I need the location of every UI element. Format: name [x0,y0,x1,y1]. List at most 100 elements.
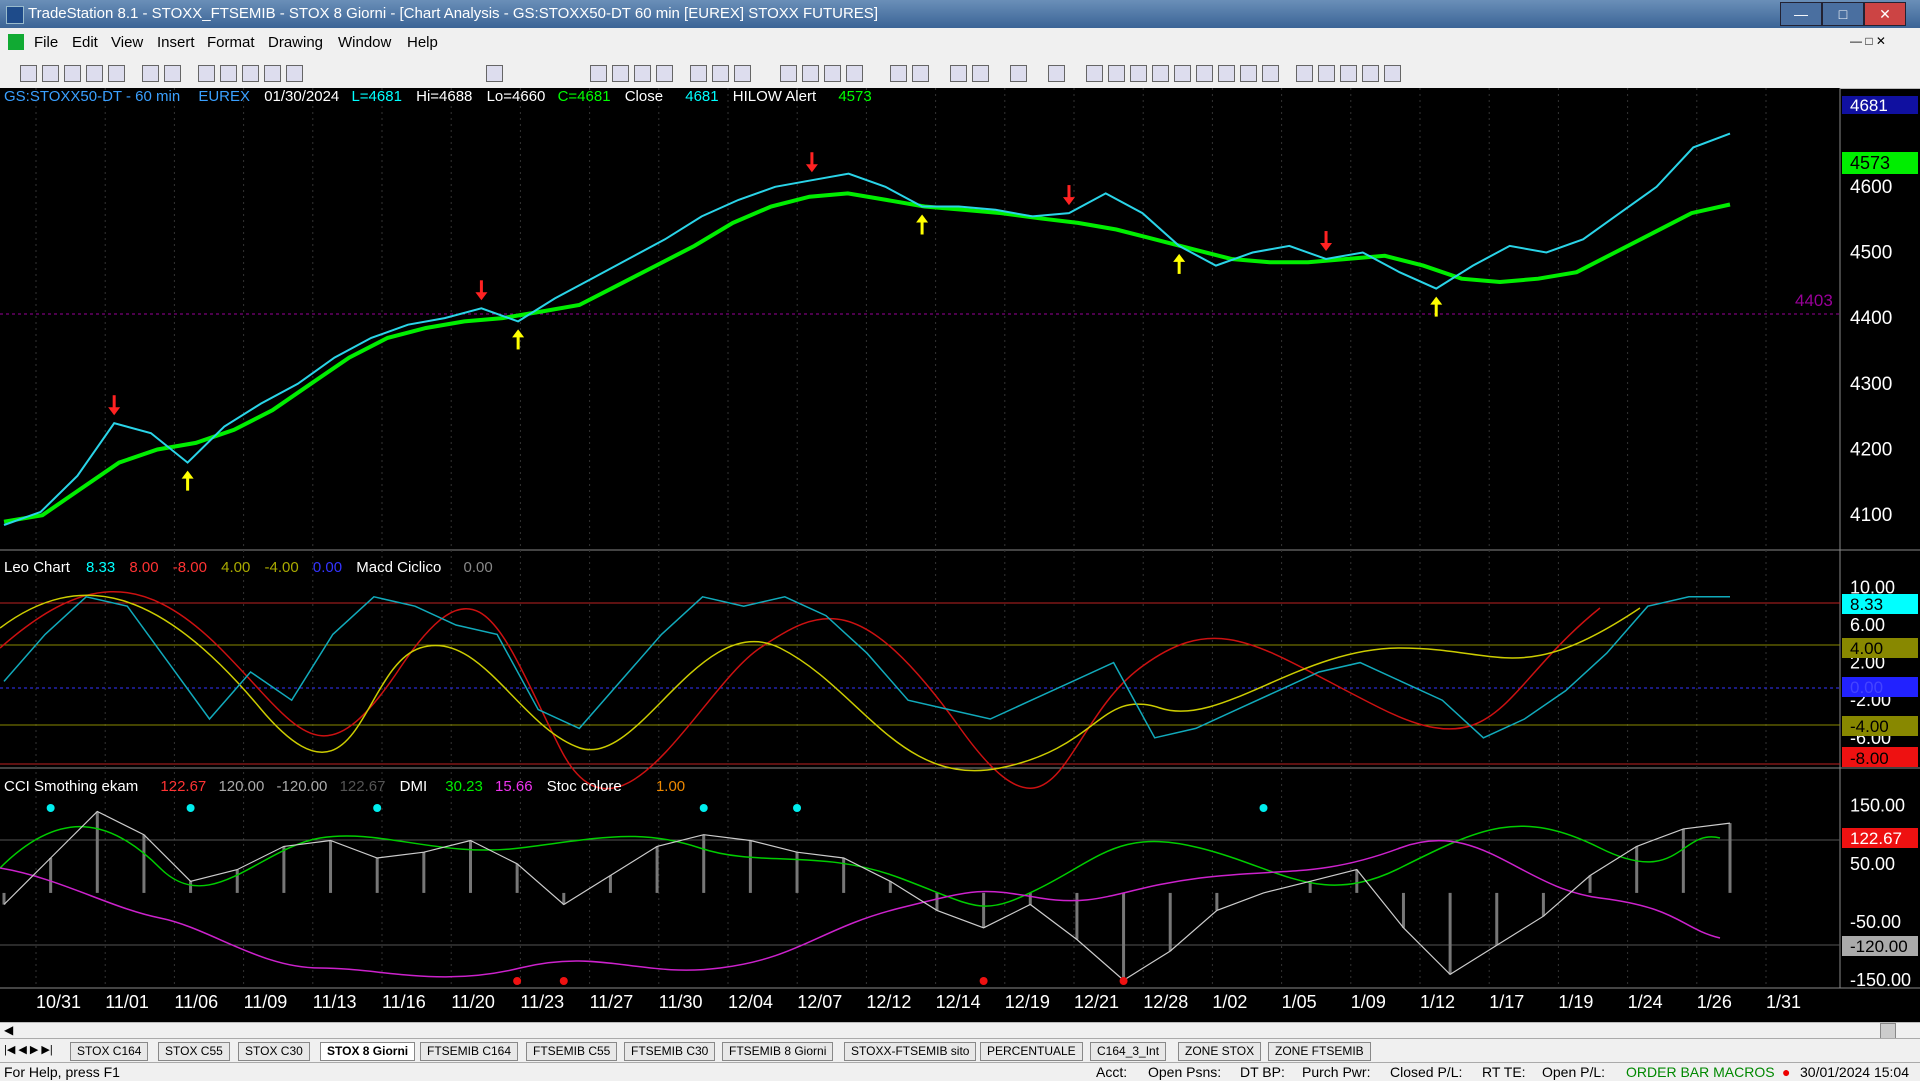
gann-icon[interactable] [1196,65,1213,82]
price-header: GS:STOXX50-DT - 60 min EUREX 01/30/2024 … [4,88,872,105]
menu-insert[interactable]: Insert [157,34,195,51]
tab-stoxx-ftsemib-sito[interactable]: STOXX-FTSEMIB sito [844,1042,977,1061]
date-axis: 10/31 11/01 11/06 11/09 11/13 11/16 11/20 11/23… [36,992,1801,1012]
horizontal-scrollbar[interactable]: ◀ [0,1022,1920,1039]
lock-icon[interactable] [242,65,259,82]
rectangle-icon[interactable] [1362,65,1379,82]
tab-stox-c164[interactable]: STOX C164 [70,1042,149,1061]
tab-ftsemib-8-giorni[interactable]: FTSEMIB 8 Giorni [722,1042,834,1061]
chart-area[interactable]: GS:STOXX50-DT - 60 min EUREX 01/30/2024 … [0,88,1920,1022]
menu-edit[interactable]: Edit [72,34,98,51]
print-icon[interactable] [142,65,159,82]
macd-pos-badge: 4.00 [1850,639,1883,658]
print-preview-icon[interactable] [164,65,181,82]
tab-zone-ftsemib[interactable]: ZONE FTSEMIB [1268,1042,1371,1061]
save-icon[interactable] [64,65,81,82]
last-price-badge: 4681 [1850,96,1888,115]
text-icon[interactable] [1384,65,1401,82]
stoc-dot [979,977,988,985]
chart-icon[interactable] [590,65,607,82]
date-axis-label: 11/09 [244,992,288,1012]
date-axis-label: 12/12 [866,992,911,1012]
cci-axis-label: -150.00 [1850,970,1911,990]
tab-ftsemib-c164[interactable]: FTSEMIB C164 [420,1042,519,1061]
matrix-icon[interactable] [656,65,673,82]
zoom-in-icon[interactable] [890,65,907,82]
date-axis-label: 11/13 [313,992,357,1012]
tab-nav-icons[interactable]: |◀ ◀ ▶ ▶| [4,1043,53,1056]
menu-drawing[interactable]: Drawing [268,34,323,51]
status-rt-te: RT TE: [1482,1064,1526,1080]
menu-window[interactable]: Window [338,34,391,51]
date-axis-label: 1/26 [1697,992,1732,1012]
price-axis: 4600 4500 4400 4300 4200 4100 [1850,177,1892,526]
window-icon[interactable] [198,65,215,82]
zoom-out-icon[interactable] [912,65,929,82]
fib-icon[interactable] [1152,65,1169,82]
pen-icon[interactable] [1262,65,1279,82]
up-arrow-icon[interactable] [1296,65,1313,82]
date-axis-label: 11/23 [520,992,564,1012]
time-sales-icon[interactable] [780,65,797,82]
properties-icon[interactable] [1048,65,1065,82]
globe-icon[interactable] [286,65,303,82]
tab-zone-stox[interactable]: ZONE STOX [1178,1042,1262,1061]
menu-file[interactable]: File [34,34,58,51]
tab-stox-8-giorni[interactable]: STOX 8 Giorni [320,1042,416,1061]
open-icon[interactable] [42,65,59,82]
tab-ftsemib-c55[interactable]: FTSEMIB C55 [526,1042,618,1061]
drag-icon[interactable] [972,65,989,82]
tab-stox-c30[interactable]: STOX C30 [238,1042,310,1061]
stoc-dot [46,804,55,812]
new-icon[interactable] [20,65,37,82]
scroll-left-icon[interactable]: ◀ [4,1023,13,1037]
workspace-tabs: |◀ ◀ ▶ ▶| STOX C164 STOX C55 STOX C30 ST… [0,1038,1920,1063]
folder-icon[interactable] [108,65,125,82]
quote-icon[interactable] [802,65,819,82]
cross-icon[interactable] [1010,65,1027,82]
title-bar: TradeStation 8.1 - STOXX_FTSEMIB - STOX … [0,0,1920,28]
chart2-icon[interactable] [612,65,629,82]
status-macros[interactable]: ORDER BAR MACROS [1626,1064,1775,1080]
bar-icon[interactable] [824,65,841,82]
workspace-icon[interactable] [86,65,103,82]
arc-icon[interactable] [1240,65,1257,82]
chart-doc-icon[interactable] [8,34,24,50]
tab-stox-c55[interactable]: STOX C55 [158,1042,230,1061]
lookup-icon[interactable] [486,65,503,82]
arrow-icon[interactable] [1218,65,1235,82]
menu-help[interactable]: Help [407,34,438,51]
stoc-dot [373,804,382,812]
scanner-icon[interactable] [690,65,707,82]
tab-percentuale[interactable]: PERCENTUALE [980,1042,1083,1061]
down-arrow-icon[interactable] [1318,65,1335,82]
tab-ftsemib-c30[interactable]: FTSEMIB C30 [624,1042,716,1061]
macd-value-badge: 8.33 [1850,595,1883,614]
pointer-icon[interactable] [950,65,967,82]
status-dt-bp: DT BP: [1240,1064,1285,1080]
tab-c164-3-int[interactable]: C164_3_Int [1090,1042,1167,1061]
candle-icon[interactable] [846,65,863,82]
news-icon[interactable] [712,65,729,82]
maximize-button[interactable]: □ [1822,2,1864,26]
date-axis-label: 12/19 [1005,992,1050,1012]
channel-icon[interactable] [1174,65,1191,82]
mdi-controls[interactable]: — □ ✕ [1850,34,1886,48]
tools-icon[interactable] [264,65,281,82]
stoc-dot [699,804,708,812]
window2-icon[interactable] [220,65,237,82]
minimize-button[interactable]: — [1780,2,1822,26]
date-axis-label: 12/21 [1074,992,1119,1012]
menu-view[interactable]: View [111,34,143,51]
trendline-icon[interactable] [1086,65,1103,82]
menu-format[interactable]: Format [207,34,255,51]
scroll-thumb[interactable] [1880,1023,1896,1039]
vline-icon[interactable] [1130,65,1147,82]
stoc-dots [46,804,1268,985]
options-icon[interactable] [734,65,751,82]
close-button[interactable]: ✕ [1864,2,1906,26]
hline-icon[interactable] [1108,65,1125,82]
radar-icon[interactable] [634,65,651,82]
level-label: 4403 [1795,291,1833,310]
circle-icon[interactable] [1340,65,1357,82]
